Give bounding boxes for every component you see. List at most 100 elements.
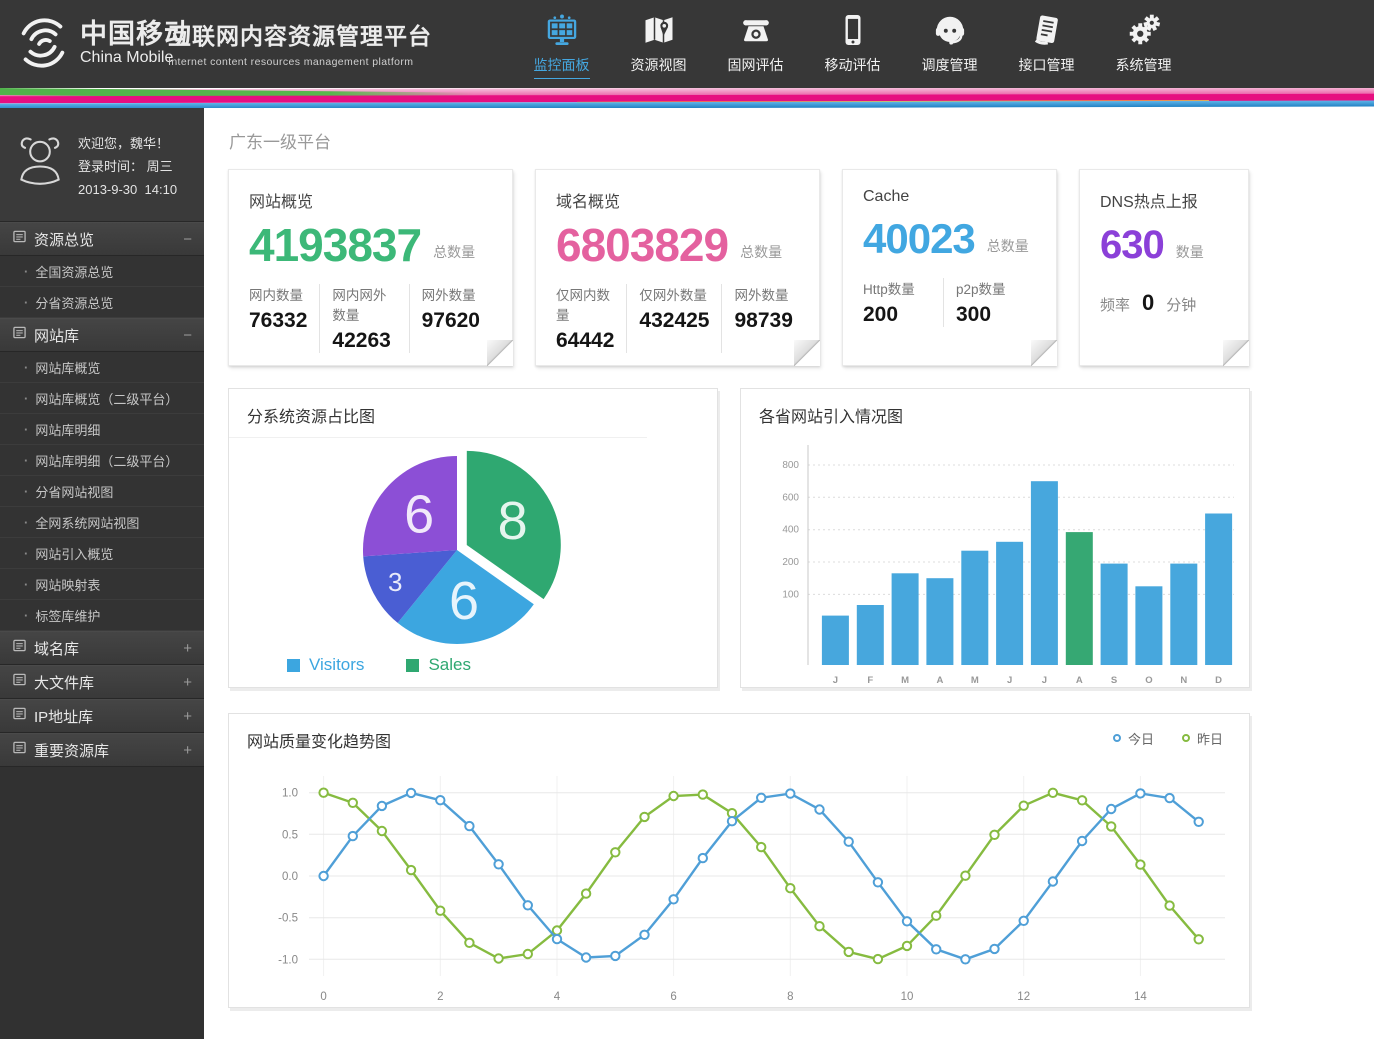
bullet-icon: ·	[24, 546, 28, 561]
svg-text:12: 12	[1017, 991, 1030, 1003]
bar-panel: 各省网站引入情况图 800600400200100JFMAMJJASOND	[740, 388, 1250, 688]
legend-swatch-icon	[287, 659, 300, 672]
sidebar-item[interactable]: · 网站引入概览	[0, 538, 204, 569]
nav-item-dashboard[interactable]: 监控面板	[513, 10, 610, 79]
data-point	[728, 817, 736, 825]
card-title: DNS热点上报	[1100, 188, 1228, 212]
card-big-number: 40023	[863, 214, 975, 264]
card-big-number: 4193837	[249, 220, 421, 270]
page-title: 广东一级平台	[229, 128, 1374, 153]
expand-toggle-icon[interactable]: +	[183, 640, 192, 657]
data-point	[874, 955, 882, 963]
card-big-label: 数量	[1176, 242, 1204, 262]
sidebar-section[interactable]: 大文件库 +	[0, 665, 204, 699]
nav-label: 固网评估	[728, 55, 784, 78]
data-point	[582, 889, 590, 897]
bar	[1135, 586, 1162, 665]
bullet-icon: ·	[24, 484, 28, 499]
sidebar-item[interactable]: · 分省资源总览	[0, 287, 204, 318]
data-point	[845, 948, 853, 956]
sidebar-section-label: IP地址库	[34, 706, 175, 727]
nav-item-interface[interactable]: 接口管理	[998, 10, 1095, 79]
pie-legend-item[interactable]: Visitors	[287, 655, 364, 675]
sidebar-item[interactable]: · 网站映射表	[0, 569, 204, 600]
svg-text:14: 14	[1134, 991, 1147, 1003]
data-point	[757, 794, 765, 802]
sidebar-item[interactable]: · 网站库概览	[0, 352, 204, 383]
svg-text:J: J	[833, 675, 838, 686]
login-time-label: 登录时间： 周三	[78, 155, 177, 178]
data-point	[1078, 796, 1086, 804]
svg-text:N: N	[1180, 675, 1187, 686]
data-point	[319, 789, 327, 797]
bullet-icon: ·	[24, 515, 28, 530]
svg-text:M: M	[971, 675, 979, 686]
svg-text:F: F	[867, 675, 873, 686]
line-legend-item[interactable]: 昨日	[1182, 729, 1223, 748]
data-point	[582, 953, 590, 961]
card-big-label: 总数量	[433, 242, 475, 262]
nav-item-phone[interactable]: 固网评估	[707, 10, 804, 79]
data-point	[757, 843, 765, 851]
sidebar-section-label: 域名库	[34, 638, 175, 659]
sidebar-item-label: 分省网站视图	[35, 482, 113, 501]
sidebar-item[interactable]: · 网站库明细	[0, 414, 204, 445]
svg-text:200: 200	[782, 557, 799, 568]
sidebar-section[interactable]: 资源总览 −	[0, 222, 204, 256]
sidebar-item[interactable]: · 网站库明细（二级平台）	[0, 445, 204, 476]
sidebar-item[interactable]: · 分省网站视图	[0, 476, 204, 507]
sidebar-section[interactable]: 网站库 −	[0, 318, 204, 352]
ribbon-decoration	[0, 88, 1374, 108]
data-point	[1165, 901, 1173, 909]
mobile-icon	[835, 12, 871, 48]
svg-text:6: 6	[670, 991, 676, 1003]
pie-legend-item[interactable]: Sales	[406, 655, 471, 675]
data-point	[319, 872, 327, 880]
sidebar-item-label: 全网系统网站视图	[35, 513, 139, 532]
top-navigation: 监控面板 资源视图 固网评估 移动评估 调度管理 接口管理 系统管理	[513, 10, 1192, 79]
data-point	[494, 860, 502, 868]
expand-toggle-icon[interactable]: +	[183, 674, 192, 691]
sidebar-section[interactable]: 域名库 +	[0, 631, 204, 665]
expand-toggle-icon[interactable]: +	[183, 708, 192, 725]
bullet-icon: ·	[24, 608, 28, 623]
sidebar-item[interactable]: · 网站库概览（二级平台）	[0, 383, 204, 414]
nav-item-mobile[interactable]: 移动评估	[804, 10, 901, 79]
line-legend: 今日 昨日	[1113, 729, 1223, 748]
line-panel-title: 网站质量变化趋势图	[229, 714, 409, 762]
svg-text:6: 6	[449, 571, 479, 631]
svg-text:3: 3	[388, 567, 402, 597]
sidebar-section-label: 网站库	[34, 325, 175, 346]
pie-chart[interactable]: 8636	[229, 438, 717, 665]
expand-toggle-icon[interactable]: −	[183, 327, 192, 344]
expand-toggle-icon[interactable]: +	[183, 742, 192, 759]
gears-icon	[1126, 12, 1162, 48]
svg-text:S: S	[1111, 675, 1117, 686]
data-point	[1165, 794, 1173, 802]
sidebar-item[interactable]: · 全网系统网站视图	[0, 507, 204, 538]
line-chart[interactable]: 024681012141.00.50.0-0.5-1.0	[229, 762, 1249, 1017]
pie-panel-title: 分系统资源占比图	[229, 389, 647, 438]
bar-chart[interactable]: 800600400200100JFMAMJJASOND	[741, 437, 1249, 698]
svg-text:10: 10	[901, 991, 914, 1003]
expand-toggle-icon[interactable]: −	[183, 231, 192, 248]
avatar	[12, 132, 68, 188]
nav-item-map[interactable]: 资源视图	[610, 10, 707, 79]
line-panel: 网站质量变化趋势图 今日 昨日 024681012141.00.50.0-0.5…	[228, 713, 1250, 1008]
data-point	[932, 945, 940, 953]
platform-title: 互联网内容资源管理平台	[168, 17, 432, 51]
sidebar-section[interactable]: 重要资源库 +	[0, 733, 204, 767]
svg-text:0.5: 0.5	[282, 829, 298, 841]
sidebar-item[interactable]: · 标签库维护	[0, 600, 204, 631]
nav-item-operator[interactable]: 调度管理	[901, 10, 998, 79]
data-point	[1049, 877, 1057, 885]
nav-item-gears[interactable]: 系统管理	[1095, 10, 1192, 79]
sidebar-item[interactable]: · 全国资源总览	[0, 256, 204, 287]
stat-card: DNS热点上报 630 数量 频率0分钟	[1079, 169, 1249, 366]
data-point	[611, 848, 619, 856]
sidebar-item-label: 网站映射表	[35, 575, 100, 594]
svg-text:400: 400	[782, 525, 799, 536]
bullet-icon: ·	[24, 453, 28, 468]
line-legend-item[interactable]: 今日	[1113, 729, 1154, 748]
sidebar-section[interactable]: IP地址库 +	[0, 699, 204, 733]
